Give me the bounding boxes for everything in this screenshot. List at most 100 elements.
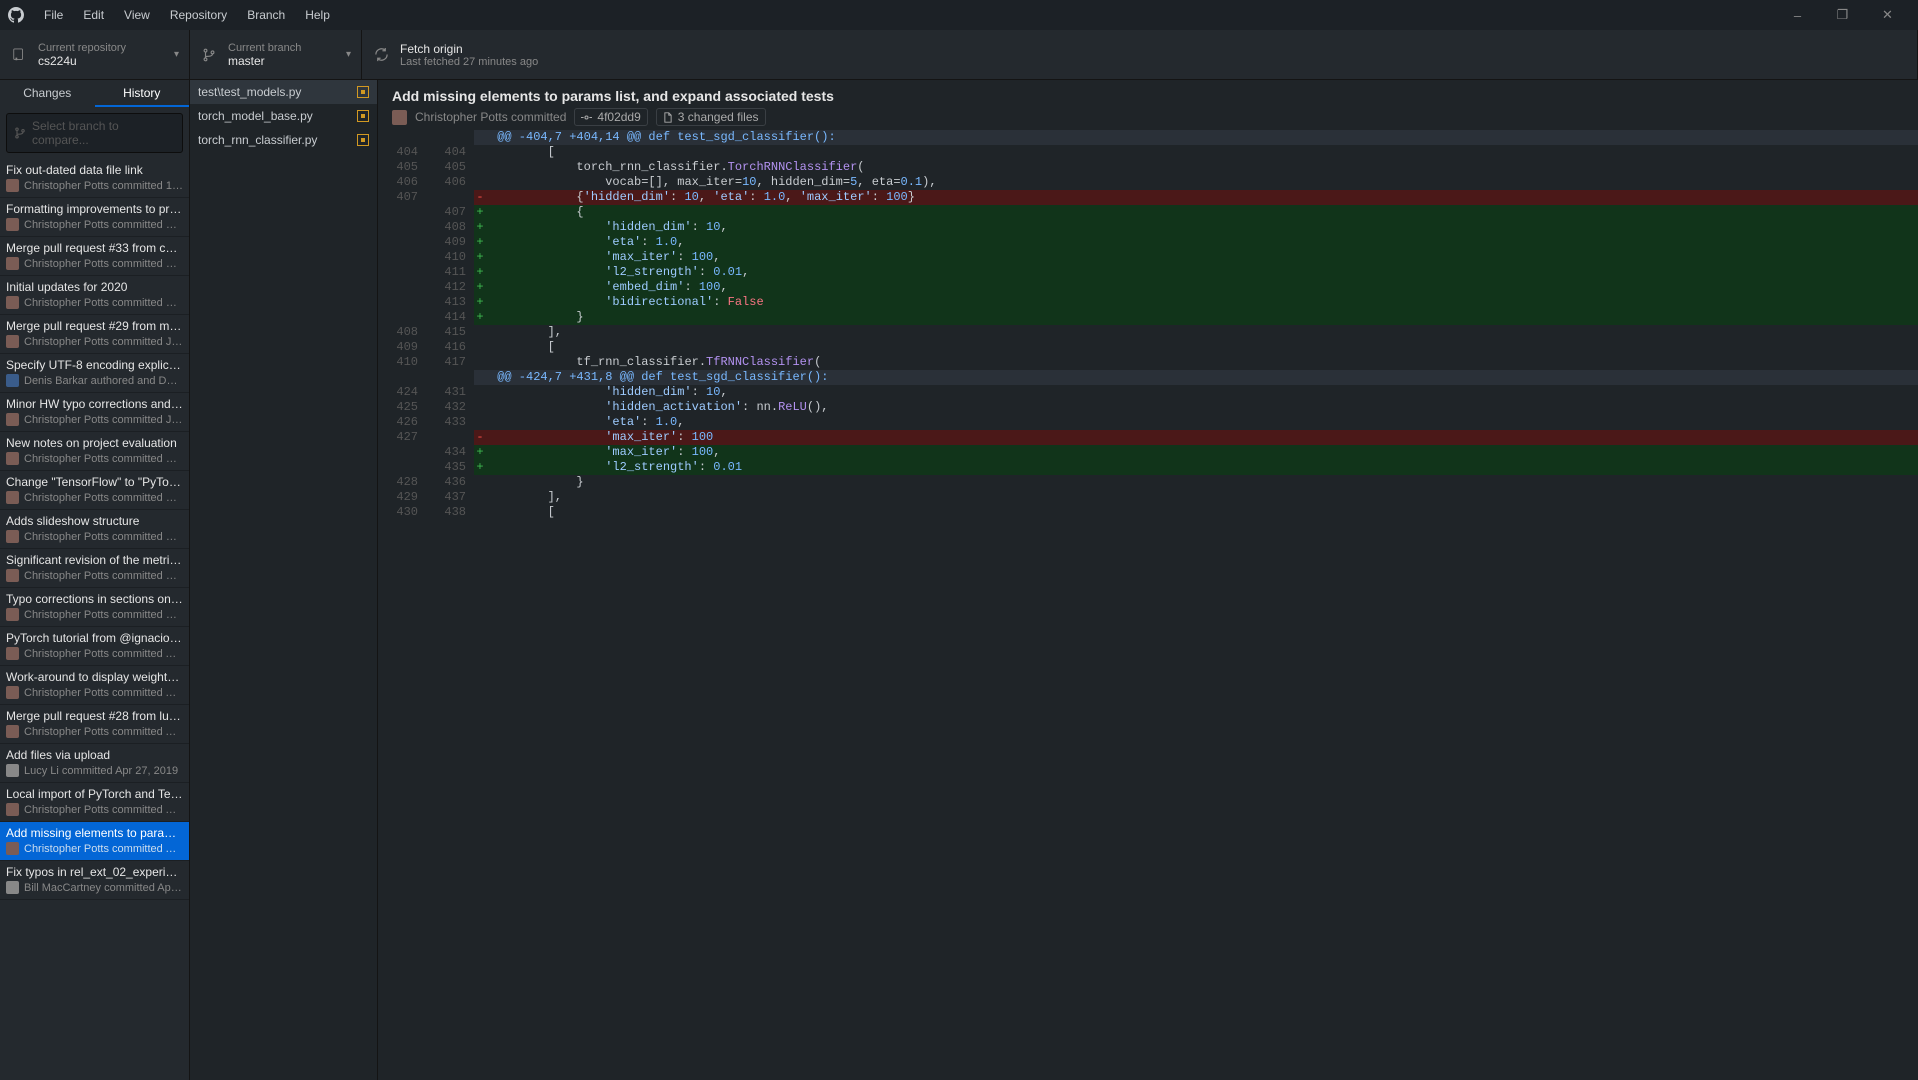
commit-item-meta: Christopher Potts committed Apr 29, 2019 [24,726,183,738]
modified-icon [357,110,369,122]
chevron-down-icon: ▾ [174,49,179,60]
toolbar: Current repository cs224u ▾ Current bran… [0,30,1918,80]
menu-edit[interactable]: Edit [73,8,114,22]
commit-item[interactable]: Merge pull request #28 from lucy3/mas...… [0,705,189,744]
avatar [6,374,19,387]
diff-line: 430438 [ [378,505,1918,520]
modified-icon [357,134,369,146]
commit-item-title: Initial updates for 2020 [6,280,183,294]
diff-line: 425432 'hidden_activation': nn.ReLU(), [378,400,1918,415]
branch-selector[interactable]: Current branch master ▾ [190,30,362,79]
commit-sha[interactable]: 4f02dd9 [574,108,647,126]
avatar [6,179,19,192]
avatar [392,110,407,125]
commit-item-title: Adds slideshow structure [6,514,183,528]
commit-item-meta: Christopher Potts committed Apr 30, 2019 [24,648,183,660]
commit-item[interactable]: Initial updates for 2020Christopher Pott… [0,276,189,315]
commit-item-meta: Bill MacCartney committed Apr 22, 2019 [24,882,183,894]
avatar [6,296,19,309]
github-icon [8,7,34,23]
commit-item[interactable]: New notes on project evaluationChristoph… [0,432,189,471]
commit-item[interactable]: PyTorch tutorial from @ignaciocasesChris… [0,627,189,666]
diff-line: 434+ 'max_iter': 100, [378,445,1918,460]
commit-item[interactable]: Formatting improvements to projects.mdCh… [0,198,189,237]
avatar [6,569,19,582]
window-close-button[interactable]: ✕ [1865,7,1910,23]
menu-help[interactable]: Help [295,8,340,22]
branch-label: Current branch [228,42,301,54]
diff-line: 412+ 'embed_dim': 100, [378,280,1918,295]
commit-item-title: Merge pull request #28 from lucy3/mas... [6,709,183,723]
menu-branch[interactable]: Branch [237,8,295,22]
sync-icon [374,47,390,62]
fetch-button[interactable]: Fetch origin Last fetched 27 minutes ago [362,30,1918,79]
fetch-title: Fetch origin [400,42,538,56]
commit-item[interactable]: Add files via uploadLucy Li committed Ap… [0,744,189,783]
avatar [6,335,19,348]
commit-item-title: Fix out-dated data file link [6,163,183,177]
diff-line: 428436 } [378,475,1918,490]
commit-item-meta: Christopher Potts committed May 3, 2019 [24,609,183,621]
modified-icon [357,86,369,98]
changed-files-list: test\test_models.pytorch_model_base.pyto… [190,80,378,1080]
diff-line: 408+ 'hidden_dim': 10, [378,220,1918,235]
branch-icon [14,127,26,139]
window-max-button[interactable]: ❐ [1820,7,1865,23]
chevron-down-icon: ▾ [346,49,351,60]
diff-line: 435+ 'l2_strength': 0.01 [378,460,1918,475]
avatar [6,218,19,231]
repo-selector[interactable]: Current repository cs224u ▾ [0,30,190,79]
menu-repository[interactable]: Repository [160,8,237,22]
commit-item[interactable]: Adds slideshow structure Christopher Pott… [0,510,189,549]
commit-item[interactable]: Specify UTF-8 encoding explicitly when .… [0,354,189,393]
menu-file[interactable]: File [34,8,73,22]
file-item[interactable]: test\test_models.py [190,80,377,104]
diff-line: 409+ 'eta': 1.0, [378,235,1918,250]
commit-item[interactable]: Change "TensorFlow" to "PyTorch" whe...C… [0,471,189,510]
files-changed-badge[interactable]: 3 changed files [656,108,766,126]
commit-author: Christopher Potts committed [415,110,566,124]
diff-line: 407+ { [378,205,1918,220]
menu-view[interactable]: View [114,8,160,22]
tab-history[interactable]: History [95,80,190,107]
commit-item[interactable]: Minor HW typo corrections and clarifica.… [0,393,189,432]
commit-item[interactable]: Significant revision of the metrics note… [0,549,189,588]
commit-item[interactable]: Typo corrections in sections on micro-F1… [0,588,189,627]
commit-item[interactable]: Merge pull request #29 from mastermin...… [0,315,189,354]
commit-item[interactable]: Local import of PyTorch and TensorFlow..… [0,783,189,822]
commit-item[interactable]: Merge pull request #33 from cgpotts/sc..… [0,237,189,276]
commit-item[interactable]: Work-around to display weights for mo...… [0,666,189,705]
commit-item-meta: Christopher Potts committed May 6, 2019 [24,492,183,504]
sidebar-tabs: Changes History [0,80,189,107]
commit-item-meta: Christopher Potts committed Oct 22, 2019 [24,219,183,231]
commit-item-meta: Christopher Potts committed Jun 17, 2019 [24,336,183,348]
commit-item-title: Merge pull request #33 from cgpotts/sc..… [6,241,183,255]
diff-line: 429437 ], [378,490,1918,505]
commit-list[interactable]: Fix out-dated data file link Christopher … [0,159,189,1080]
diff-line: 424431 'hidden_dim': 10, [378,385,1918,400]
diff-line: 411+ 'l2_strength': 0.01, [378,265,1918,280]
file-item[interactable]: torch_rnn_classifier.py [190,128,377,152]
commit-item-title: Add missing elements to params list, an.… [6,826,183,840]
commit-item[interactable]: Add missing elements to params list, an.… [0,822,189,861]
commit-item-meta: Lucy Li committed Apr 27, 2019 [24,765,178,777]
diff-view[interactable]: @@ -404,7 +404,14 @@ def test_sgd_classi… [378,130,1918,1080]
commit-item-meta: Denis Barkar authored and Denis Barkar .… [24,375,183,387]
commit-item-title: Merge pull request #29 from mastermin... [6,319,183,333]
commit-item-meta: Christopher Potts committed May 6, 2019 [24,570,183,582]
commit-item-meta: Christopher Potts committed 12 hours ago [24,180,183,192]
window-min-button[interactable]: – [1775,8,1820,23]
commit-title: Add missing elements to params list, and… [392,88,1904,104]
diff-line: 426433 'eta': 1.0, [378,415,1918,430]
diff-line: 407- {'hidden_dim': 10, 'eta': 1.0, 'max… [378,190,1918,205]
file-name: torch_rnn_classifier.py [198,133,317,147]
file-item[interactable]: torch_model_base.py [190,104,377,128]
commit-item-meta: Christopher Potts committed May 6, 2019 [24,531,183,543]
commit-item[interactable]: Fix typos in rel_ext_02_experiments.ipyn… [0,861,189,900]
commit-item[interactable]: Fix out-dated data file link Christopher … [0,159,189,198]
diff-line: @@ -424,7 +431,8 @@ def test_sgd_classif… [378,370,1918,385]
compare-branch-select[interactable]: Select branch to compare... [6,113,183,153]
diff-panel: Add missing elements to params list, and… [378,80,1918,1080]
commit-item-title: Local import of PyTorch and TensorFlow..… [6,787,183,801]
tab-changes[interactable]: Changes [0,80,95,107]
